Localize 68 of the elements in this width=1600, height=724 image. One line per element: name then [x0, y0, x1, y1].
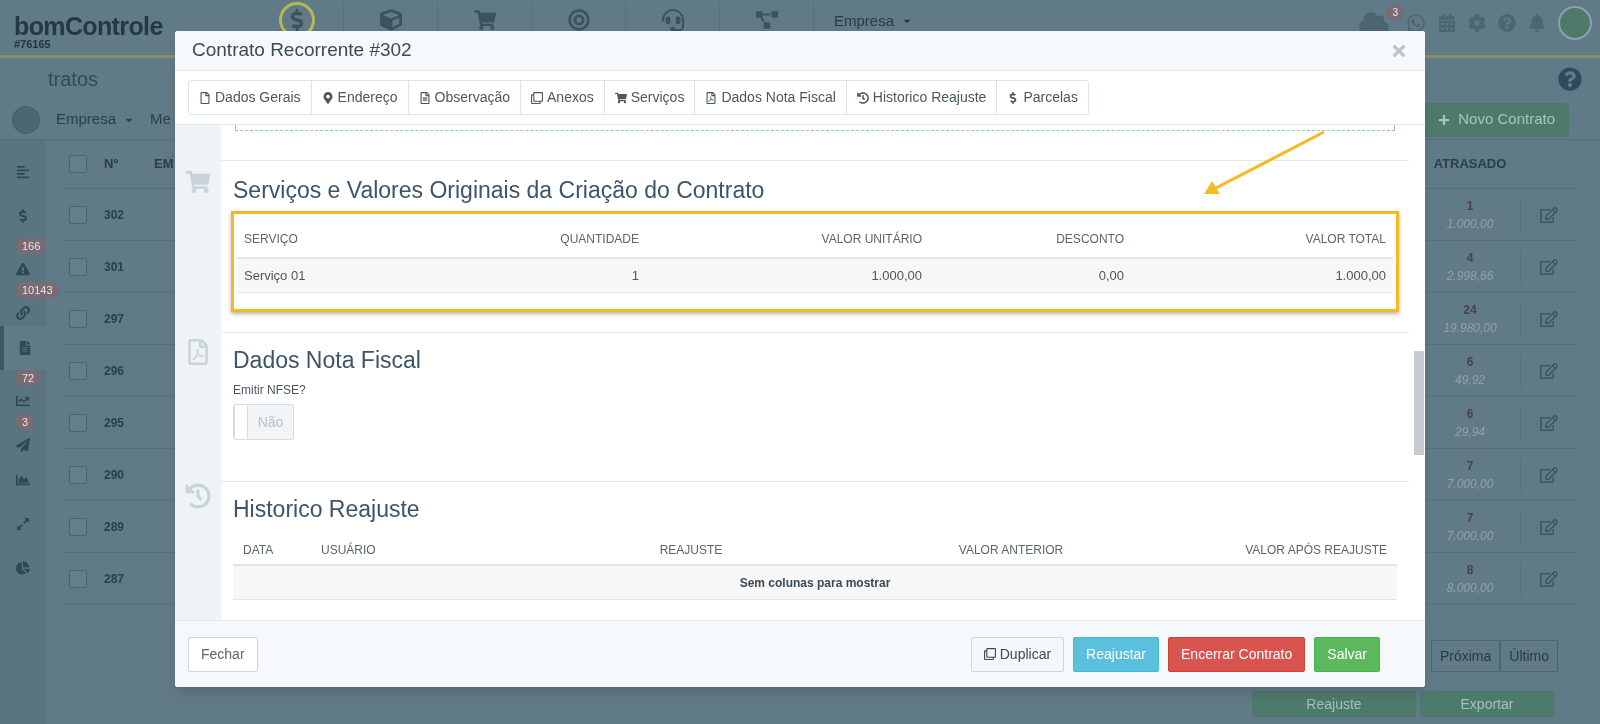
table-cell-text: 7	[1466, 457, 1474, 475]
table-cell-text: 297	[104, 310, 126, 328]
section-heading: Serviços e Valores Originais da Criação do Contrato	[233, 176, 766, 205]
filter-dropdown[interactable]: Me	[150, 108, 171, 131]
filter-dropdown[interactable]: Empresa	[56, 108, 135, 131]
tab[interactable]: Endereço	[311, 81, 409, 114]
action-button[interactable]: Exportar	[1420, 691, 1554, 717]
table-cell-text: 295	[104, 414, 126, 432]
column-header: DESCONTO	[1055, 231, 1125, 248]
column-header: DATA	[242, 542, 275, 559]
close-button[interactable]: Fechar	[188, 636, 258, 672]
table-cell-text: 0,00	[1097, 266, 1125, 285]
table-cell-text: 7	[1466, 509, 1474, 527]
modal-title: Contrato Recorrente #302	[192, 38, 412, 63]
field-label: Emitir NFSE?	[233, 382, 307, 399]
table-cell-text: 1	[1466, 197, 1474, 215]
table-cell-text: 8	[1466, 561, 1474, 579]
tab[interactable]: Dados Gerais	[189, 81, 312, 114]
empty-message: Sem colunas para mostrar	[739, 574, 891, 592]
table-cell-text: 287	[104, 570, 126, 588]
table-cell-text: 1.000,00	[1334, 266, 1387, 285]
table-cell-text: 289	[104, 518, 126, 536]
tab[interactable]: Serviços	[604, 81, 696, 114]
table-cell-text: 6	[1466, 405, 1474, 423]
logo: bomControle	[14, 14, 164, 38]
table-cell-text: 301	[104, 258, 126, 276]
table-cell-text: 6	[1466, 353, 1474, 371]
table-cell-text: 24	[1463, 301, 1477, 319]
table-cell-text: 1.000,00	[870, 266, 923, 285]
table-cell-text: 302	[104, 206, 126, 224]
column-header: QUANTIDADE	[559, 231, 640, 248]
column-header: ATRASADO	[1432, 155, 1508, 174]
table-cell-text: 4	[1466, 249, 1474, 267]
new-contract-button[interactable]: Novo Contrato	[1424, 102, 1569, 137]
column-header: VALOR TOTAL	[1304, 231, 1387, 248]
pager-button[interactable]: Último	[1500, 640, 1558, 672]
table-cell-text: 296	[104, 362, 126, 380]
pager-button[interactable]: Próxima	[1430, 640, 1501, 672]
section-heading: Historico Reajuste	[233, 495, 421, 524]
tab[interactable]: Historico Reajuste	[846, 81, 998, 114]
action-button[interactable]: Reajuste	[1252, 691, 1416, 717]
count-badge: 3	[16, 414, 35, 430]
toggle-label: Não	[256, 413, 285, 432]
column-header: VALOR ANTERIOR	[957, 542, 1065, 559]
tab[interactable]: Observação	[408, 81, 521, 114]
column-header: VALOR APÓS REAJUSTE	[1244, 541, 1388, 559]
notification-badge: 3	[1386, 5, 1404, 20]
footer-button[interactable]: Duplicar	[970, 636, 1065, 672]
table-cell-text: 1	[630, 266, 640, 285]
column-header: SERVIÇO	[243, 231, 299, 248]
column-header: VALOR UNITÁRIO	[820, 230, 923, 248]
column-header: USUÁRIO	[320, 541, 377, 559]
tab[interactable]: Parcelas	[997, 81, 1088, 114]
tab[interactable]: Dados Nota Fiscal	[695, 81, 847, 114]
table-cell-text: Serviço 01	[243, 266, 307, 285]
footer-button[interactable]: Reajustar	[1073, 636, 1160, 672]
footer-button[interactable]: Encerrar Contrato	[1168, 636, 1306, 672]
footer-button[interactable]: Salvar	[1314, 636, 1380, 672]
column-header: Nº	[104, 155, 120, 174]
company-menu[interactable]: Empresa	[834, 12, 913, 30]
count-badge: 10143	[16, 282, 59, 298]
count-badge: 72	[16, 370, 41, 386]
column-header: REAJUSTE	[658, 542, 724, 559]
table-cell-text: 290	[104, 466, 126, 484]
count-badge: 166	[16, 238, 47, 254]
section-heading: Dados Nota Fiscal	[233, 346, 422, 375]
tab[interactable]: Anexos	[521, 81, 605, 114]
column-header: EM	[154, 155, 175, 174]
